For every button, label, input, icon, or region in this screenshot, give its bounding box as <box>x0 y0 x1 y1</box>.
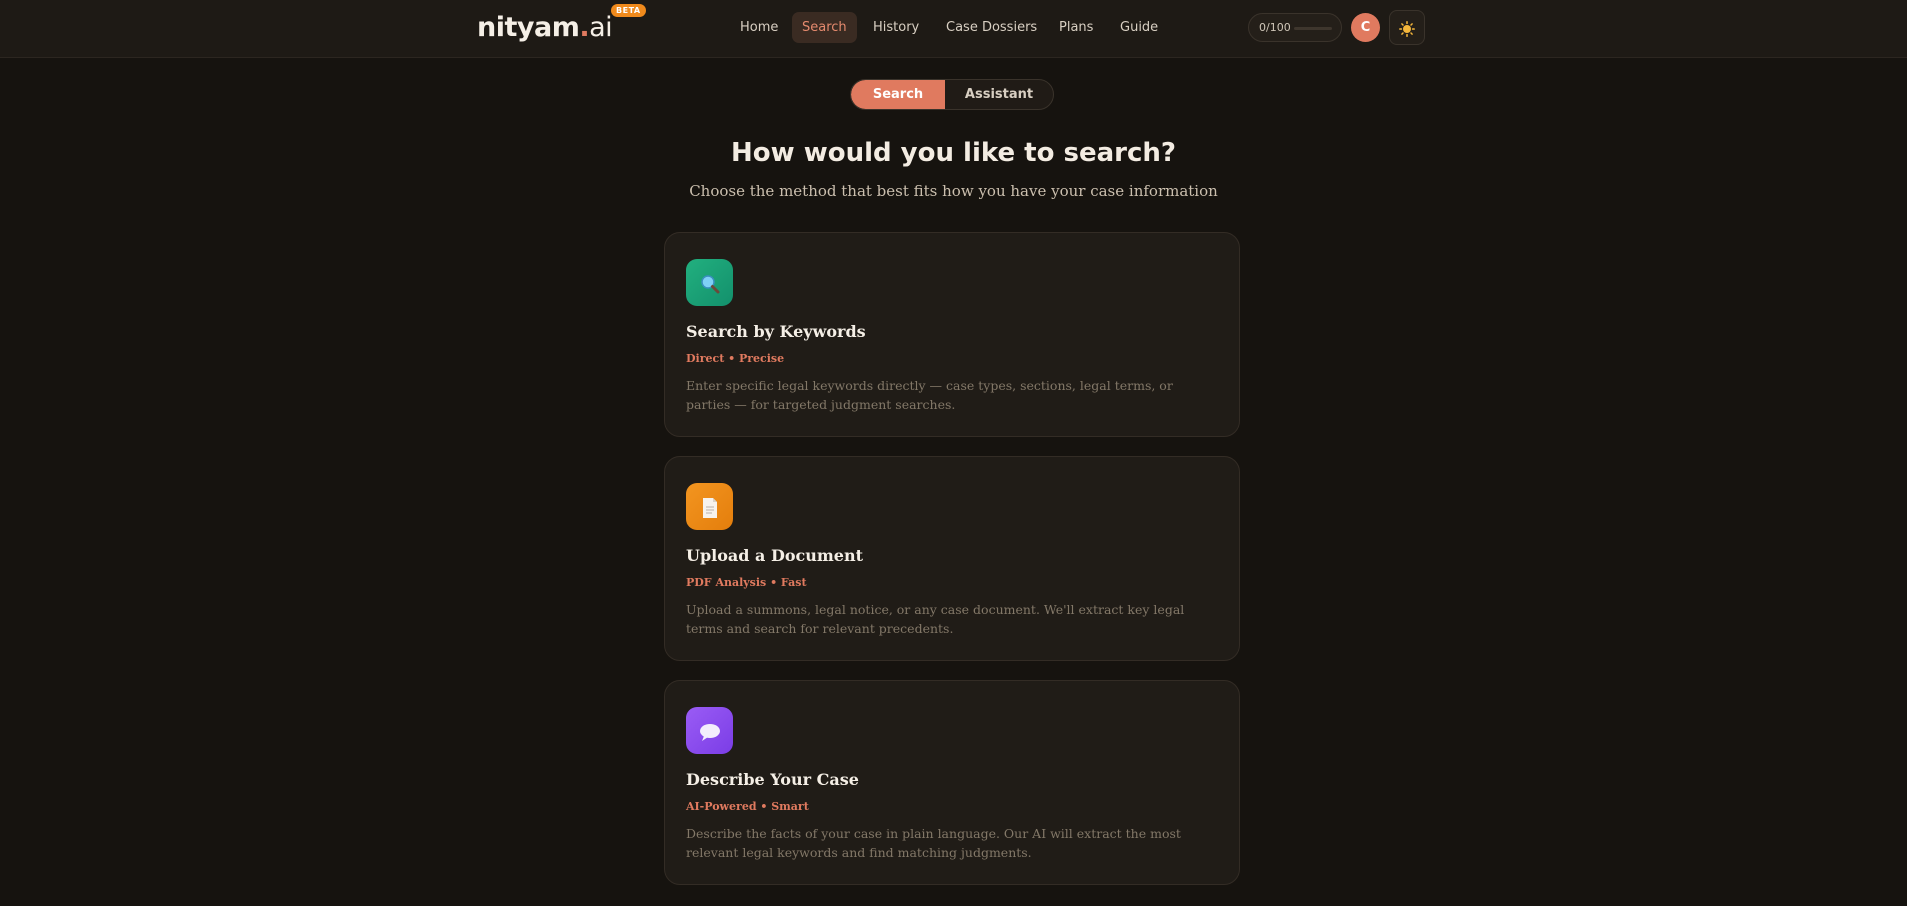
quota-text: 0/100 <box>1259 21 1291 34</box>
page-title: How would you like to search? <box>731 138 1176 168</box>
card-title: Search by Keywords <box>686 322 866 341</box>
card-tag: Direct • Precise <box>686 352 785 365</box>
card-title: Upload a Document <box>686 546 864 565</box>
nav-case-dossiers[interactable]: Case Dossiers <box>936 12 1047 43</box>
mode-toggle: Search Assistant <box>850 79 1054 110</box>
nav-guide[interactable]: Guide <box>1110 12 1168 43</box>
top-header: nityam.ai BETA Home Search History Case … <box>0 0 1907 58</box>
card-tag: AI-Powered • Smart <box>686 800 809 813</box>
card-tag: PDF Analysis • Fast <box>686 576 807 589</box>
upload-document-card[interactable]: Upload a Document PDF Analysis • Fast Up… <box>664 456 1240 661</box>
main-nav: Home Search History Case Dossiers Plans … <box>0 12 1907 43</box>
describe-case-card[interactable]: Describe Your Case AI-Powered • Smart De… <box>664 680 1240 885</box>
nav-search[interactable]: Search <box>792 12 857 43</box>
usage-quota: 0/100 <box>1248 13 1342 42</box>
search-by-keywords-card[interactable]: Search by Keywords Direct • Precise Ente… <box>664 232 1240 437</box>
document-icon <box>686 483 733 530</box>
nav-history[interactable]: History <box>863 12 929 43</box>
sun-icon <box>1399 18 1415 37</box>
user-avatar[interactable]: C <box>1351 13 1380 42</box>
magnifier-icon <box>686 259 733 306</box>
page-subtitle: Choose the method that best fits how you… <box>689 182 1218 200</box>
card-description: Enter specific legal keywords directly —… <box>686 378 1173 412</box>
speech-bubble-icon <box>686 707 733 754</box>
card-description: Describe the facts of your case in plain… <box>686 826 1181 860</box>
nav-plans[interactable]: Plans <box>1049 12 1103 43</box>
toggle-search[interactable]: Search <box>851 80 945 109</box>
card-description: Upload a summons, legal notice, or any c… <box>686 602 1185 636</box>
quota-progress-bar <box>1294 27 1332 30</box>
nav-home[interactable]: Home <box>730 12 788 43</box>
toggle-assistant[interactable]: Assistant <box>945 80 1053 109</box>
card-title: Describe Your Case <box>686 770 859 789</box>
theme-toggle-button[interactable] <box>1389 10 1425 45</box>
